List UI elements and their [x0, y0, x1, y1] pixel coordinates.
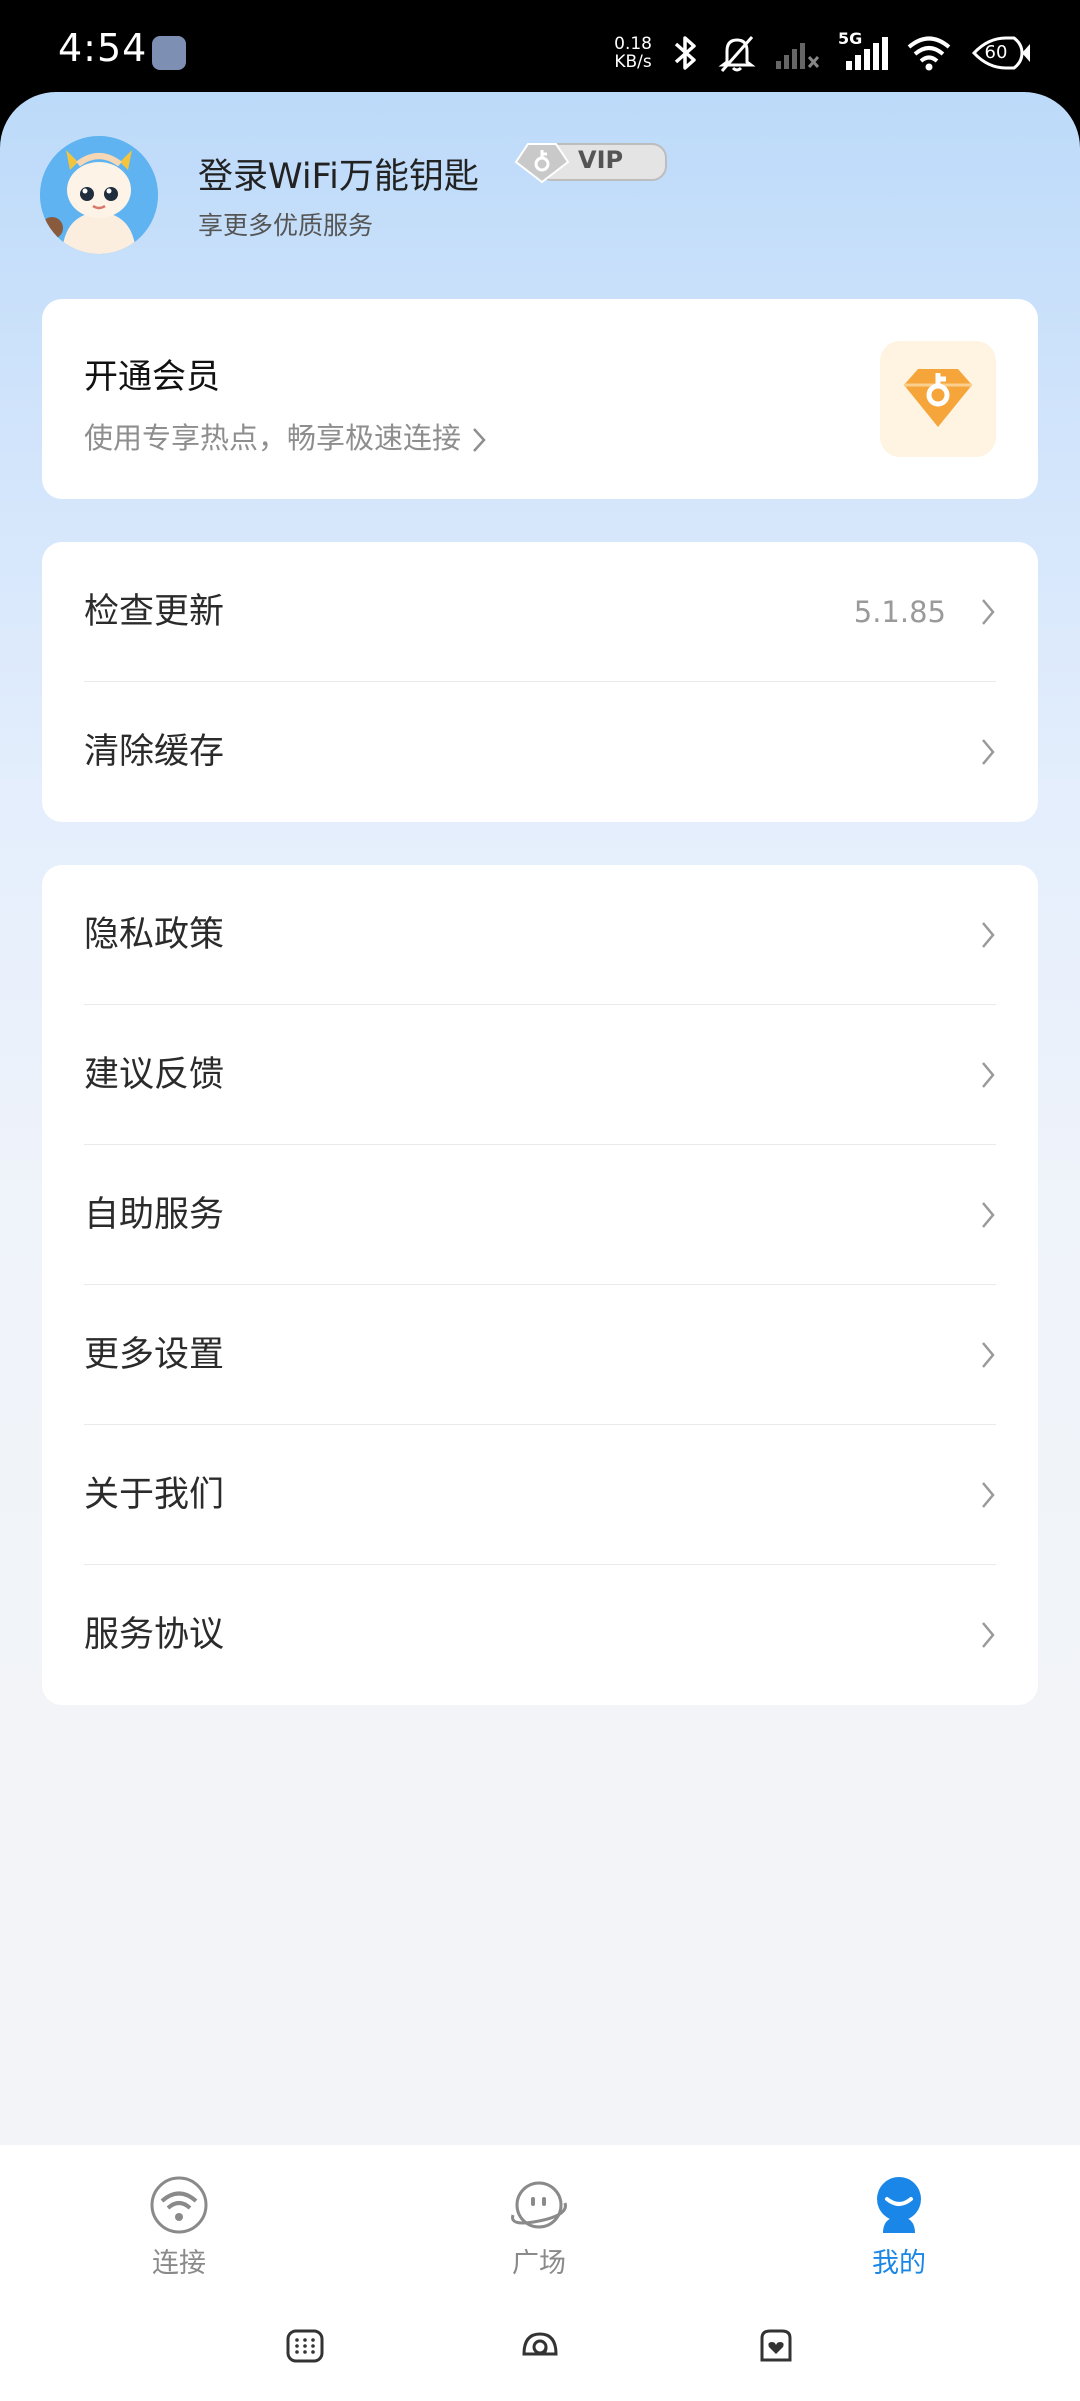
login-subtitle: 享更多优质服务 [198, 211, 374, 240]
login-title[interactable]: 登录WiFi万能钥匙 [198, 148, 479, 199]
clear-cache-row[interactable]: 清除缓存 [42, 682, 1038, 822]
more-settings-label: 更多设置 [84, 1335, 225, 1375]
membership-subtitle-text: 使用专享热点，畅享极速连接 [84, 421, 462, 455]
profile-header[interactable]: 登录WiFi万能钥匙 VIP 享更多优质服务 [40, 136, 1040, 256]
net-speed-unit: KB/s [614, 52, 652, 72]
avatar[interactable] [40, 136, 158, 254]
status-bar: 4:54 0.18 KB/s 5G 60 [0, 0, 1080, 100]
planet-face-icon [511, 2181, 567, 2229]
signal-icon [776, 43, 820, 69]
diamond-key-icon[interactable] [880, 341, 996, 457]
check-update-label: 检查更新 [84, 592, 225, 632]
more-settings-row[interactable]: 更多设置 [42, 1285, 1038, 1425]
chevron-right-icon [982, 739, 995, 765]
chevron-right-icon [982, 599, 995, 625]
wifi-icon [907, 36, 951, 71]
chevron-right-icon [982, 1622, 995, 1648]
home-key-icon[interactable] [520, 2326, 560, 2366]
membership-title: 开通会员 [84, 357, 220, 397]
about-us-label: 关于我们 [84, 1475, 225, 1515]
privacy-policy-row[interactable]: 隐私政策 [42, 865, 1038, 1005]
chevron-right-icon [473, 428, 486, 452]
person-icon [877, 2177, 921, 2233]
about-us-row[interactable]: 关于我们 [42, 1425, 1038, 1565]
battery-icon: 60 [970, 36, 1032, 70]
settings-section: 隐私政策 建议反馈 自助服务 更多设置 关于我们 服务协议 [42, 865, 1038, 1705]
tab-mine[interactable]: 我的 [799, 2145, 999, 2295]
self-service-label: 自助服务 [84, 1195, 225, 1235]
feedback-row[interactable]: 建议反馈 [42, 1005, 1038, 1145]
system-nav-bar [0, 2308, 1080, 2398]
vip-badge-text: VIP [578, 146, 624, 174]
feedback-label: 建议反馈 [84, 1055, 225, 1095]
profile-page: 登录WiFi万能钥匙 VIP 享更多优质服务 开通会员 使用专享热点，畅享极速连… [0, 92, 1080, 2401]
membership-subtitle: 使用专享热点，畅享极速连接 [84, 415, 487, 457]
net-speed-value: 0.18 [614, 34, 652, 54]
status-time: 4:54 [58, 26, 148, 70]
self-service-row[interactable]: 自助服务 [42, 1145, 1038, 1285]
tab-plaza-label: 广场 [512, 2248, 566, 2279]
service-agreement-label: 服务协议 [84, 1615, 225, 1655]
tab-plaza[interactable]: 广场 [439, 2145, 639, 2295]
tab-mine-label: 我的 [872, 2248, 926, 2279]
wifi-icon [150, 2176, 208, 2234]
app-version: 5.1.85 [853, 595, 946, 629]
clear-cache-label: 清除缓存 [84, 732, 225, 772]
chevron-right-icon [982, 1062, 995, 1088]
chevron-right-icon [982, 1202, 995, 1228]
net-speed: 0.18 KB/s [614, 35, 652, 71]
update-section: 检查更新 5.1.85 清除缓存 [42, 542, 1038, 822]
tab-connect[interactable]: 连接 [79, 2145, 279, 2295]
status-icons: 0.18 KB/s 5G 60 [614, 28, 1032, 78]
privacy-policy-label: 隐私政策 [84, 915, 225, 955]
signal-5g-icon: 5G [838, 29, 888, 73]
chevron-right-icon [982, 1482, 995, 1508]
chevron-right-icon [982, 922, 995, 948]
tab-connect-label: 连接 [152, 2248, 206, 2279]
battery-level: 60 [984, 42, 1008, 63]
chevron-right-icon [982, 1342, 995, 1368]
membership-card[interactable]: 开通会员 使用专享热点，畅享极速连接 [42, 299, 1038, 499]
check-update-row[interactable]: 检查更新 5.1.85 [42, 542, 1038, 682]
notification-app-icon [152, 36, 186, 70]
back-key-icon[interactable] [756, 2326, 796, 2366]
bell-off-icon [718, 36, 756, 72]
recents-key-icon[interactable] [285, 2326, 325, 2366]
vip-badge: VIP [512, 140, 670, 184]
bluetooth-icon [674, 36, 696, 70]
service-agreement-row[interactable]: 服务协议 [42, 1565, 1038, 1705]
